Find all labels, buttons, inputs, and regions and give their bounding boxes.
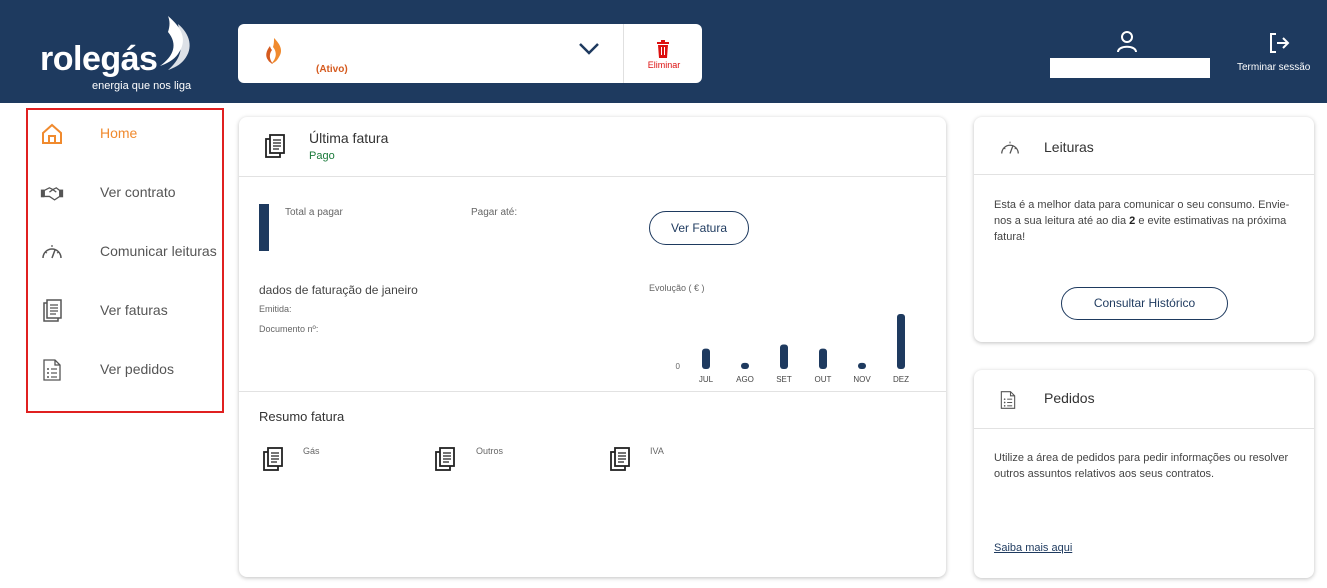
view-invoice-button[interactable]: Ver Fatura bbox=[649, 211, 749, 245]
sidebar-item-ver-contrato[interactable]: Ver contrato bbox=[28, 173, 222, 213]
document-number-label: Documento nº: bbox=[259, 324, 319, 334]
contract-selector[interactable]: (Ativo) Eliminar bbox=[238, 24, 702, 83]
evolution-chart: 0 JUL AGO SET OUT NOV DEZ bbox=[676, 314, 909, 384]
billing-title: dados de faturação de janeiro bbox=[259, 283, 418, 297]
document-icon bbox=[43, 299, 62, 322]
total-label: Total a pagar bbox=[285, 207, 343, 218]
x-tick-label: OUT bbox=[815, 375, 832, 384]
issued-label: Emitida: bbox=[259, 304, 292, 314]
divider bbox=[623, 24, 624, 83]
summary-title: Resumo fatura bbox=[259, 409, 345, 424]
x-tick-label: DEZ bbox=[893, 375, 909, 384]
document-icon bbox=[610, 447, 630, 471]
home-icon bbox=[42, 123, 62, 144]
requests-title: Pedidos bbox=[1044, 390, 1095, 406]
chart-bar-dez bbox=[897, 314, 905, 369]
divider bbox=[974, 174, 1314, 175]
readings-card: Leituras Esta é a melhor data para comun… bbox=[974, 117, 1314, 342]
learn-more-link[interactable]: Saiba mais aqui bbox=[994, 542, 1072, 554]
sidebar-item-comunicar-leituras[interactable]: Comunicar leituras bbox=[28, 232, 222, 272]
requests-text: Utilize a área de pedidos para pedir inf… bbox=[994, 452, 1289, 480]
divider bbox=[239, 391, 946, 392]
sidebar-item-label: Ver faturas bbox=[100, 302, 168, 318]
chart-bar-set bbox=[780, 344, 788, 369]
user-icon[interactable] bbox=[1116, 30, 1138, 54]
x-tick-label: SET bbox=[776, 375, 792, 384]
chart-bar-jul bbox=[702, 348, 710, 369]
user-name-field bbox=[1050, 58, 1210, 78]
chart-bar-out bbox=[819, 348, 827, 369]
list-document-icon bbox=[1000, 391, 1016, 409]
delete-contract-button[interactable]: Eliminar bbox=[626, 24, 702, 83]
requests-card: Pedidos Utilize a área de pedidos para p… bbox=[974, 370, 1314, 578]
flame-logo-icon bbox=[160, 16, 190, 70]
due-date-label: Pagar até: bbox=[471, 207, 518, 218]
handshake-icon bbox=[40, 187, 64, 201]
y-tick-label: 0 bbox=[676, 362, 681, 371]
sidebar-item-label: Comunicar leituras bbox=[100, 243, 217, 259]
chart-bar-nov bbox=[858, 362, 866, 369]
chevron-down-icon[interactable] bbox=[578, 42, 600, 56]
document-icon bbox=[265, 134, 285, 158]
gauge-icon bbox=[1001, 141, 1019, 154]
logout-icon bbox=[1270, 33, 1290, 53]
chart-bar-ago bbox=[741, 362, 749, 369]
divider bbox=[974, 428, 1314, 429]
document-icon bbox=[435, 447, 455, 471]
summary-item-label: IVA bbox=[650, 446, 664, 456]
consult-history-button[interactable]: Consultar Histórico bbox=[1061, 287, 1228, 320]
sidebar-item-home[interactable]: Home bbox=[28, 114, 222, 154]
sidebar-item-label: Ver pedidos bbox=[100, 361, 174, 377]
readings-title: Leituras bbox=[1044, 139, 1094, 155]
sidebar-item-label: Ver contrato bbox=[100, 184, 176, 200]
summary-item-label: Gás bbox=[303, 446, 320, 456]
amount-indicator bbox=[259, 204, 269, 251]
document-icon bbox=[263, 447, 283, 471]
summary-item-label: Outros bbox=[476, 446, 504, 456]
readings-text: Esta é a melhor data para comunicar o se… bbox=[994, 197, 1299, 245]
top-header: rolegás energia que nos liga (Ativo) Eli… bbox=[0, 0, 1327, 103]
flame-icon bbox=[266, 38, 282, 64]
x-tick-label: AGO bbox=[736, 375, 754, 384]
chart-title: Evolução ( € ) bbox=[649, 283, 705, 293]
invoice-status: Pago bbox=[309, 150, 335, 162]
delete-label: Eliminar bbox=[647, 60, 681, 70]
logo-tagline: energia que nos liga bbox=[92, 80, 192, 92]
rolegas-logo[interactable]: rolegás energia que nos liga bbox=[34, 14, 194, 96]
x-tick-label: NOV bbox=[853, 375, 871, 384]
logout-button[interactable]: Terminar sessão bbox=[1237, 28, 1327, 78]
sidebar-item-label: Home bbox=[100, 125, 138, 141]
x-tick-label: JUL bbox=[699, 375, 714, 384]
contract-status: (Ativo) bbox=[316, 64, 348, 75]
list-document-icon bbox=[43, 359, 61, 381]
sidebar-item-ver-pedidos[interactable]: Ver pedidos bbox=[28, 350, 222, 390]
divider bbox=[239, 176, 946, 177]
logout-label: Terminar sessão bbox=[1237, 62, 1311, 73]
logo-text: rolegás bbox=[40, 40, 158, 78]
last-invoice-card: Última fatura Pago Total a pagar Pagar a… bbox=[239, 117, 946, 577]
trash-icon bbox=[657, 40, 669, 58]
sidebar-nav: Home Ver contrato Comunicar leituras Ver… bbox=[26, 108, 224, 413]
sidebar-item-ver-faturas[interactable]: Ver faturas bbox=[28, 291, 222, 331]
gauge-icon bbox=[42, 245, 62, 259]
invoice-title: Última fatura bbox=[309, 130, 389, 146]
